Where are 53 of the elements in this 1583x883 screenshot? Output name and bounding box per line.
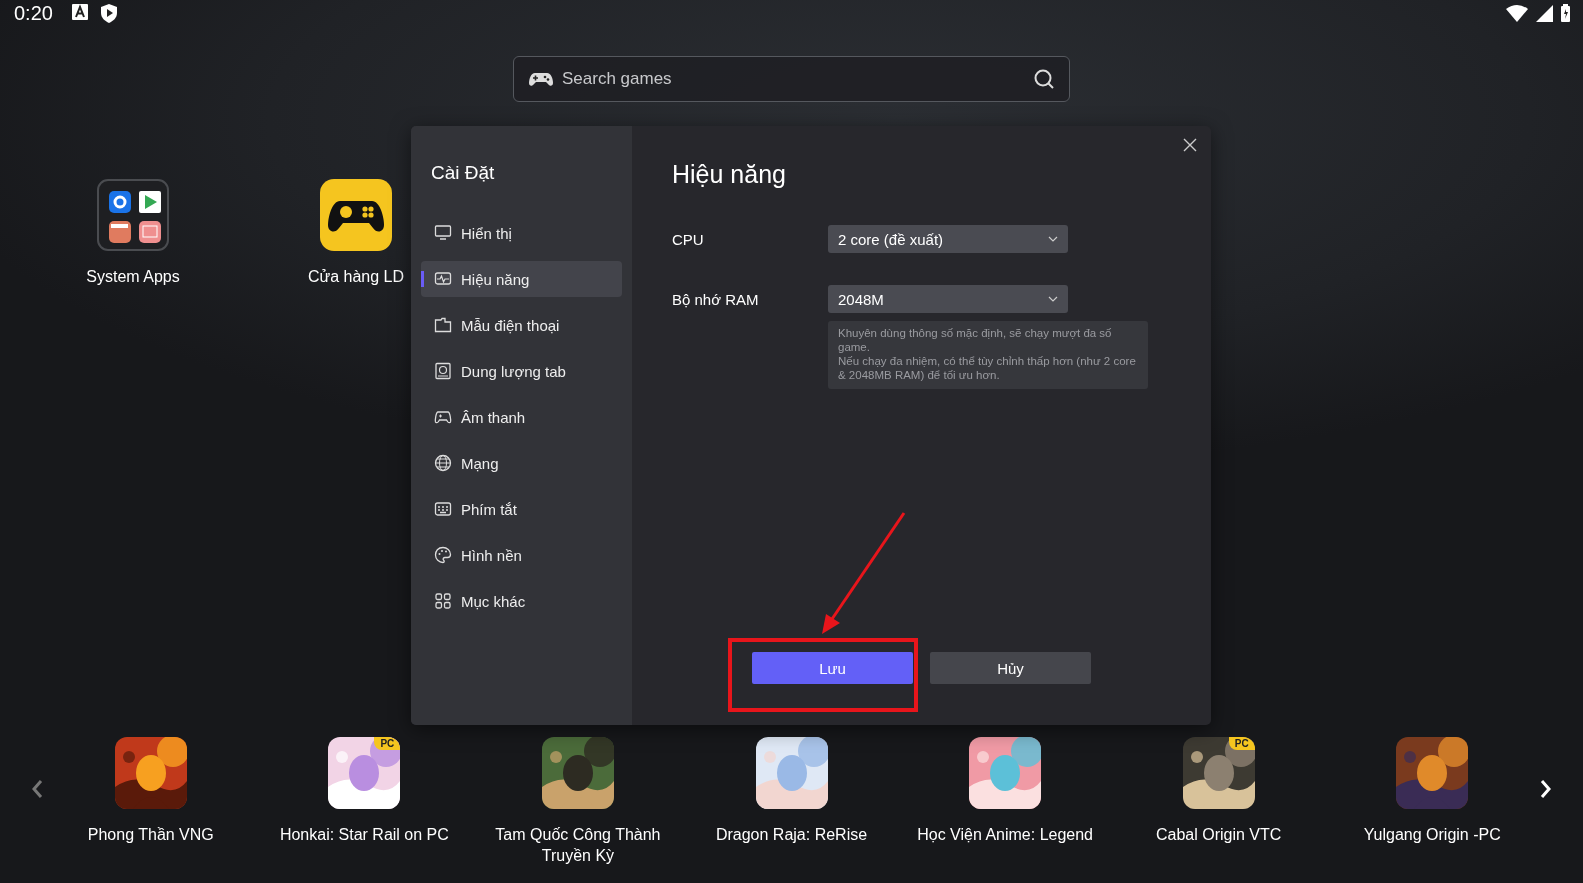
battery-icon <box>1560 3 1571 23</box>
gamepad-icon <box>434 408 452 426</box>
cancel-button[interactable]: Hủy <box>930 652 1091 684</box>
palette-icon <box>434 546 452 564</box>
monitor-icon <box>434 224 452 242</box>
globe-icon <box>434 454 452 472</box>
arrow-left-icon[interactable] <box>30 779 44 799</box>
pulse-icon <box>434 270 452 288</box>
folder-icon <box>434 316 452 334</box>
search-field[interactable]: Search games <box>513 56 1070 102</box>
arrow-right-icon[interactable] <box>1539 779 1554 799</box>
hint-text: Nếu chạy đa nhiệm, có thể tùy chỉnh thấp hơn (như 2 core & 2048MB RAM) để tối ưu hơn. <box>838 354 1137 382</box>
field-label: Bộ nhớ RAM <box>672 290 760 308</box>
sidebar-item[interactable]: Âm thanh <box>421 399 622 435</box>
chevron-down-icon <box>1048 296 1058 302</box>
signal-icon <box>1535 3 1554 23</box>
close-button[interactable] <box>1181 136 1199 154</box>
sidebar-item[interactable]: Mạng <box>421 445 622 481</box>
grid-icon <box>434 592 452 610</box>
game-title[interactable]: Dragon Raja: ReRise <box>715 824 868 845</box>
app-label: System Apps <box>86 268 180 286</box>
save-button[interactable]: Lưu <box>752 652 913 684</box>
clock-time: 0:20 <box>14 1 53 25</box>
game-store-icon[interactable] <box>320 179 392 251</box>
game-title[interactable]: Honkai: Star Rail on PC <box>279 824 449 845</box>
game-title[interactable]: Phong Thần VNG <box>87 824 214 845</box>
app-folder-icon[interactable] <box>97 179 169 251</box>
sidebar-item[interactable]: Hình nền <box>421 537 622 573</box>
page-title: Hiệu năng <box>672 160 787 189</box>
hint-text: Khuyên dùng thông số mặc định, sẽ chạy mượt đa số game. <box>838 326 1113 354</box>
keyboard-a-icon <box>70 2 89 21</box>
shield-play-icon <box>98 2 119 24</box>
search-icon <box>1034 69 1054 89</box>
app-label: Cửa hàng LD <box>307 268 405 286</box>
chevron-down-icon <box>1048 236 1058 242</box>
keyboard-icon <box>434 500 452 518</box>
sidebar-item[interactable]: Dung lượng tab <box>421 353 622 389</box>
sidebar-title: Cài Đặt <box>431 162 496 184</box>
sidebar-item[interactable]: Mẫu điện thoại <box>421 307 622 343</box>
dropdown[interactable]: 2 core (đề xuất) <box>828 225 1068 253</box>
sidebar-item[interactable]: Hiển thị <box>421 215 622 251</box>
pc-badge: PC <box>374 737 401 750</box>
game-title[interactable]: Cabal Origin VTC <box>1156 824 1282 845</box>
sidebar-item[interactable]: Mục khác <box>421 583 622 619</box>
game-title[interactable]: Yulgang Origin -PC <box>1363 824 1501 845</box>
game-title[interactable]: Tam Quốc Công Thành Truyền Kỳ <box>482 824 673 866</box>
game-title[interactable]: Học Viện Anime: Legend <box>917 824 1093 845</box>
close-icon <box>1181 136 1199 154</box>
sidebar-item[interactable]: Hiệu năng <box>421 261 622 297</box>
wifi-icon <box>1505 4 1529 22</box>
sidebar-item[interactable]: Phím tắt <box>421 491 622 527</box>
field-label: CPU <box>672 230 705 248</box>
dropdown[interactable]: 2048M <box>828 285 1068 313</box>
